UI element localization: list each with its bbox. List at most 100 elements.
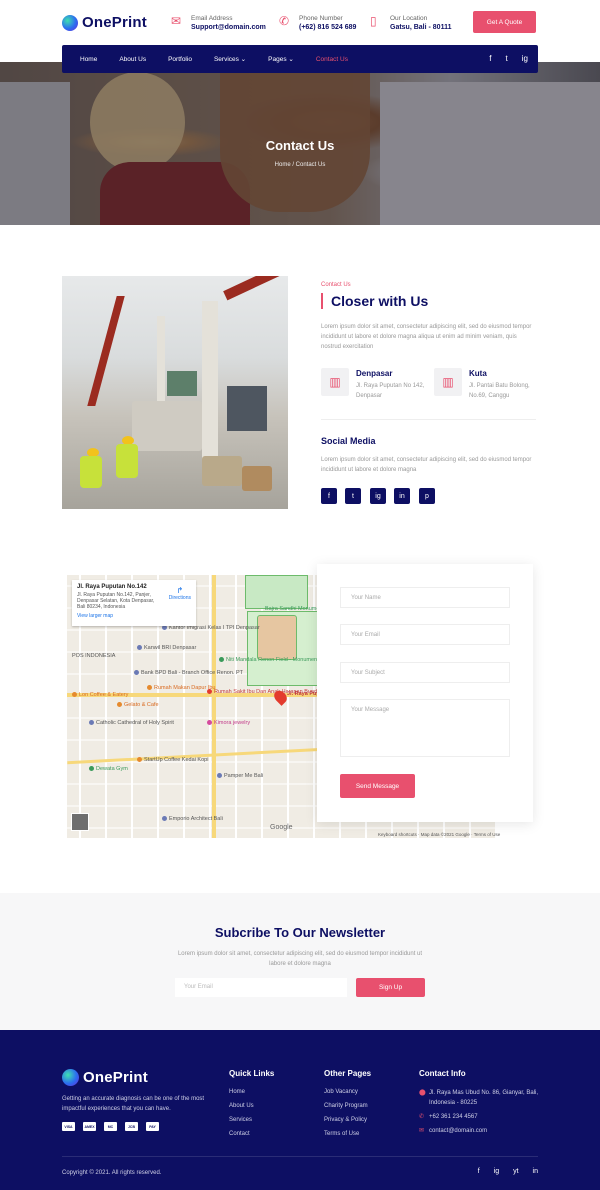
nav-item-pages[interactable]: Pages ⌄ — [257, 55, 305, 63]
instagram-icon[interactable]: ig — [370, 488, 386, 504]
map-label: Lon Coffee & Eatery — [72, 692, 128, 698]
worker — [80, 456, 102, 488]
nav-item-services[interactable]: Services ⌄ — [203, 55, 257, 63]
copyright: Copyright © 2021. All rights reserved. — [62, 1170, 162, 1176]
worker — [116, 444, 138, 478]
header-phone: ✆ Phone Number (+62) 816 524 689 — [279, 14, 356, 32]
envelope-icon: ✉ — [419, 1128, 425, 1134]
directions-link[interactable]: ↱ Directions — [169, 586, 191, 601]
send-message-button[interactable]: Send Message — [340, 774, 415, 798]
payment-methods: VISA AMEX MC JCB PAY — [62, 1122, 159, 1131]
footer-link-job-vacancy[interactable]: Job Vacancy — [324, 1089, 358, 1095]
header-email-value[interactable]: Support@domain.com — [191, 23, 266, 32]
section-title: Closer with Us — [321, 293, 428, 309]
instagram-icon[interactable]: ig — [494, 1168, 499, 1175]
monument — [257, 615, 297, 660]
name-input[interactable]: Your Name — [340, 587, 510, 608]
twitter-icon[interactable]: t — [345, 488, 361, 504]
social-media-title: Social Media — [321, 436, 376, 446]
get-quote-button[interactable]: Get A Quote — [473, 11, 536, 33]
main-nav: Home About Us Portfolio Services ⌄ Pages… — [62, 45, 538, 73]
logo-mark-icon — [62, 1069, 79, 1086]
view-larger-map-link[interactable]: View larger map — [77, 613, 191, 619]
footer-link-about-us[interactable]: About Us — [229, 1103, 254, 1109]
map-card-address: Jl. Raya Puputan No.142, Panjer, Denpasa… — [77, 592, 155, 610]
boxes — [202, 456, 242, 486]
satellite-toggle[interactable] — [71, 813, 89, 831]
contact-form: Your Name Your Email Your Subject Your M… — [317, 564, 533, 822]
header-location-value: Gatsu, Bali - 80111 — [390, 24, 452, 31]
footer-link-charity[interactable]: Charity Program — [324, 1103, 368, 1109]
subject-input[interactable]: Your Subject — [340, 662, 510, 683]
footer-phone-text: +62 361 234 4567 — [429, 1114, 478, 1120]
pinterest-icon[interactable]: p — [419, 488, 435, 504]
instagram-icon[interactable]: ig — [522, 54, 528, 63]
map-park — [245, 575, 308, 609]
envelope-icon: ✉ — [171, 14, 182, 28]
message-textarea[interactable]: Your Message — [340, 699, 510, 757]
location-kuta-title: Kuta — [469, 369, 487, 378]
map-label: Gelato & Cafe — [117, 702, 159, 708]
header-phone-value[interactable]: (+62) 816 524 689 — [299, 23, 356, 32]
map-label: Kanwil BRI Denpasar — [137, 645, 196, 651]
linkedin-icon[interactable]: in — [533, 1168, 538, 1175]
footer-logo[interactable]: OnePrint — [62, 1069, 148, 1086]
map-label: StartUp Coffee Kedai Kopi — [137, 757, 208, 763]
map-label: Emporio Architect Bali — [162, 816, 223, 822]
contact-info-title: Contact Info — [419, 1069, 466, 1078]
header-email-label: Email Address — [191, 15, 233, 22]
map-credits[interactable]: Keyboard shortcuts · Map data ©2021 Goog… — [378, 832, 500, 837]
footer-address: ⬤ Jl. Raya Mas Ubud No. 86, Gianyar, Bal… — [419, 1088, 539, 1108]
twitter-icon[interactable]: t — [506, 54, 508, 63]
footer-phone[interactable]: ✆ +62 361 234 4567 — [419, 1112, 539, 1122]
map-pin-icon: ⬤ — [419, 1090, 426, 1096]
mastercard-icon: MC — [104, 1122, 117, 1131]
location-denpasar-title: Denpasar — [356, 369, 393, 378]
amex-icon: AMEX — [83, 1122, 96, 1131]
header-location: ▯ Our Location Gatsu, Bali - 80111 — [370, 14, 451, 32]
other-pages-title: Other Pages — [324, 1069, 372, 1078]
factory-photo — [62, 276, 288, 509]
footer-link-services[interactable]: Services — [229, 1117, 252, 1123]
newsletter-text: Lorem ipsum dolor sit amet, consectetur … — [177, 951, 423, 967]
nav-item-contact-us[interactable]: Contact Us — [305, 56, 359, 63]
footer-link-home[interactable]: Home — [229, 1089, 245, 1095]
building-icon: ▥ — [434, 368, 462, 396]
pay-icon: PAY — [146, 1122, 159, 1131]
logo[interactable]: OnePrint — [62, 14, 147, 31]
phone-icon: ✆ — [419, 1114, 425, 1120]
breadcrumb: Home / Contact Us — [274, 162, 326, 168]
footer-link-privacy[interactable]: Privacy & Policy — [324, 1117, 367, 1123]
header-email: ✉ Email Address Support@domain.com — [171, 14, 266, 32]
footer-link-contact[interactable]: Contact — [229, 1131, 250, 1137]
map-label: Kimora jewelry — [207, 720, 250, 726]
nav-item-about-us[interactable]: About Us — [108, 56, 157, 63]
map-label: Bajra Sandhi Monument — [265, 606, 325, 612]
map-label: POS INDONESIA — [72, 653, 116, 659]
footer-email[interactable]: ✉ contact@domain.com — [419, 1126, 539, 1136]
logo-mark-icon — [62, 14, 78, 31]
footer-divider — [62, 1156, 538, 1157]
footer-social: f ig yt in — [478, 1168, 538, 1175]
sign-up-button[interactable]: Sign Up — [356, 978, 425, 997]
nav-item-portfolio[interactable]: Portfolio — [157, 56, 203, 63]
directions-icon: ↱ — [176, 586, 184, 595]
facebook-icon[interactable]: f — [478, 1168, 480, 1175]
map-label: Bank BPD Bali - Branch Office Renon. PT — [134, 670, 243, 676]
nav-item-home[interactable]: Home — [69, 56, 108, 63]
map-label: Niti Mandala Renon Field - Monument to..… — [219, 657, 329, 663]
building-icon: ▥ — [321, 368, 349, 396]
youtube-icon[interactable]: yt — [513, 1168, 518, 1175]
map-label: Pamper Me Bali — [217, 773, 263, 779]
linkedin-icon[interactable]: in — [394, 488, 410, 504]
footer-link-terms[interactable]: Terms of Use — [324, 1131, 359, 1137]
newsletter-email-input[interactable]: Your Email — [175, 978, 347, 997]
facebook-icon[interactable]: f — [489, 54, 491, 63]
paper-pile — [132, 401, 202, 451]
map-label: Dewata Gym — [89, 766, 128, 772]
header-location-label: Our Location — [390, 15, 428, 22]
quick-links-title: Quick Links — [229, 1069, 275, 1078]
facebook-icon[interactable]: f — [321, 488, 337, 504]
email-input[interactable]: Your Email — [340, 624, 510, 645]
footer: OnePrint Getting an accurate diagnosis c… — [0, 1030, 600, 1190]
